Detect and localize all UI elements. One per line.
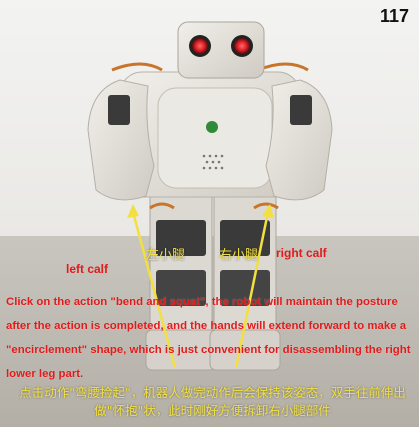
status-light bbox=[206, 121, 218, 133]
cn-right-calf-label: 右小腿 bbox=[219, 248, 259, 263]
right-eye bbox=[234, 38, 250, 54]
left-eye bbox=[192, 38, 208, 54]
photo-stage: 117 左小腿 右小腿 left calf right calf Click o… bbox=[0, 0, 419, 427]
page-number: 117 bbox=[379, 6, 409, 26]
chinese-caption: 点击动作"弯腰捡起"，机器人做完动作后会保持该姿态，双手往前伸出做"怀抱"状，此… bbox=[19, 385, 406, 418]
english-caption: Click on the action "bend and squat", th… bbox=[6, 296, 411, 380]
cn-left-calf-label: 左小腿 bbox=[146, 248, 186, 263]
right-calf-label: right calf bbox=[276, 246, 327, 260]
robot-head bbox=[177, 21, 265, 79]
left-calf-label: left calf bbox=[66, 262, 109, 276]
